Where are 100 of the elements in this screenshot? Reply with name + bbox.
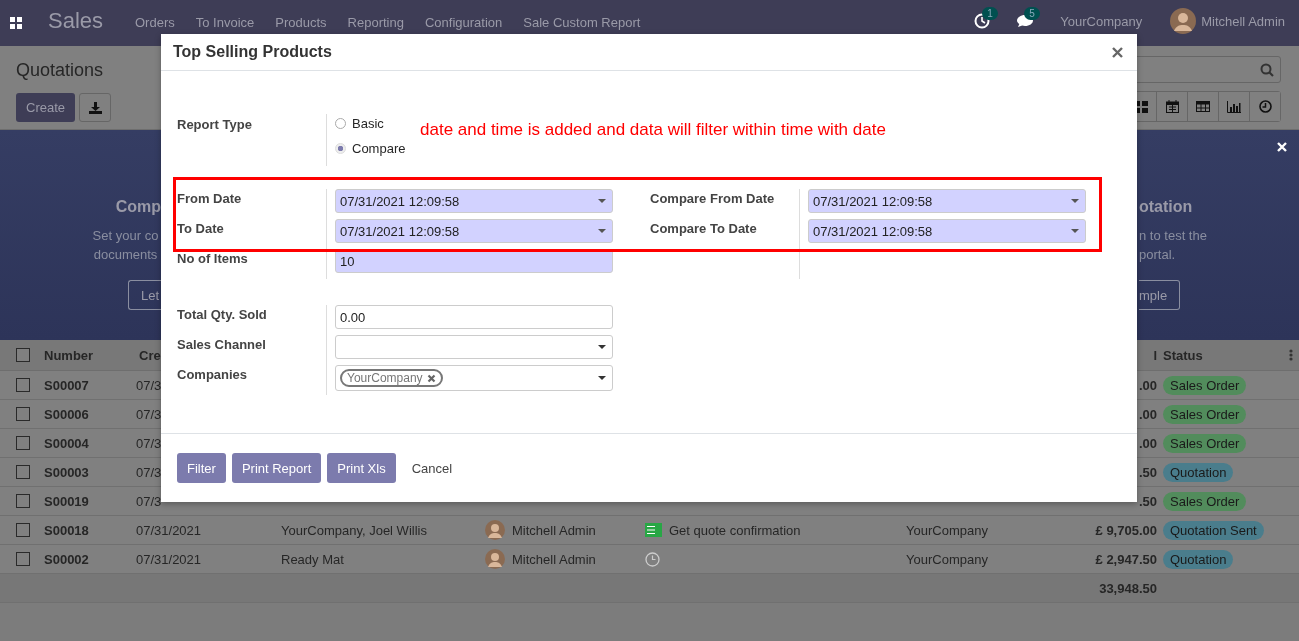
status-badge: Quotation [1163,462,1234,482]
close-icon[interactable] [1112,46,1123,58]
order-number: S00006 [44,406,89,422]
table-cell: Mitchell Admin [512,522,596,538]
field-label: Report Type [177,117,253,132]
company-tag: YourCompany [340,369,443,387]
radio-label[interactable]: Basic [352,115,384,131]
date-field[interactable]: 07/31/2021 12:09:58 [335,189,613,213]
table-cell: YourCompany [906,551,988,567]
field-label: From Date [177,190,243,208]
dialog-title: Top Selling Products [173,43,332,61]
avatar-icon [485,520,505,540]
options-icon[interactable] [1289,349,1293,361]
field-label: Companies [177,366,249,384]
banner-text: n to test the [1139,228,1207,243]
field-label: Compare To Date [650,220,758,238]
order-number: S00007 [44,377,89,393]
column-header[interactable]: Cre [139,347,161,363]
row-checkbox[interactable] [16,378,30,392]
row-checkbox[interactable] [16,523,30,537]
banner-text: portal. [1139,247,1176,262]
amount: .00 [1138,435,1157,451]
create-button[interactable]: Create [16,93,76,122]
status-badge: Sales Order [1163,375,1247,395]
banner-heading: Comp [115,198,161,216]
menu-item[interactable]: Reporting [347,15,404,30]
cancel-link[interactable]: Cancel [401,460,463,476]
table-cell: 07/3 [136,406,162,422]
menu-item[interactable]: To Invoice [195,15,255,30]
amount: £ 9,705.00 [1095,522,1157,538]
download-button[interactable] [79,93,112,122]
activity-view-button[interactable] [1249,92,1280,121]
field-label: Compare From Date [650,190,776,208]
clock-icon [1258,100,1272,113]
amount: .50 [1138,464,1157,480]
row-checkbox[interactable] [16,407,30,421]
banner-button[interactable]: mple [1139,280,1181,310]
field-label: Total Qty. Sold [177,306,268,324]
order-number: S00018 [44,522,89,538]
field-label: To Date [177,220,225,238]
status-badge: Quotation [1163,549,1234,569]
table-cell: 07/31/2021 [136,551,202,567]
app-name: Sales [48,8,105,34]
order-number: S00002 [44,551,89,567]
amount: £ 2,947.50 [1095,551,1157,567]
banner-text: documents [93,247,158,262]
order-number: S00003 [44,464,89,480]
status-badge: Sales Order [1163,491,1247,511]
activity-summary[interactable]: Get quote confirmation [669,522,801,538]
date-field[interactable]: 07/31/2021 12:09:58 [808,189,1086,213]
order-number: S00004 [44,435,89,451]
row-checkbox[interactable] [16,436,30,450]
table-cell: 07/31/2021 [136,522,202,538]
bar-chart-icon [1227,100,1241,113]
apps-menu-icon[interactable] [10,17,22,29]
company-switcher[interactable]: YourCompany [1060,13,1143,29]
status-badge: Sales Order [1163,404,1247,424]
amount: .00 [1138,406,1157,422]
row-checkbox[interactable] [16,494,30,508]
menu-item[interactable]: Configuration [424,15,503,30]
search-icon[interactable] [1260,62,1274,77]
select-field[interactable] [335,335,613,359]
table-cell: 07/3 [136,435,162,451]
row-checkbox[interactable] [16,465,30,479]
table-cell: Mitchell Admin [512,551,596,567]
remove-icon[interactable] [426,373,436,383]
user-menu[interactable]: Mitchell Admin [1201,13,1285,29]
column-header[interactable]: l [1153,347,1157,363]
column-header[interactable]: Status [1163,347,1203,363]
dialog-button[interactable]: Print Report [231,453,322,483]
date-field[interactable]: 07/31/2021 12:09:58 [808,219,1086,243]
menu-item[interactable]: Sale Custom Report [523,15,641,30]
dialog-button[interactable]: Print Xls [327,453,396,483]
banner-text: Set your co [92,228,159,243]
radio-label[interactable]: Compare [352,140,406,156]
menu-item[interactable]: Products [275,15,327,30]
banner-heading: otation [1139,198,1193,216]
menu-item[interactable]: Orders [135,15,175,30]
dialog-button[interactable]: Filter [177,453,226,483]
order-number: S00019 [44,493,89,509]
tags-field[interactable]: YourCompany [335,365,613,391]
calendar-icon [1165,100,1179,113]
table-cell: 07/3 [136,464,162,480]
activity-icon[interactable] [645,523,662,537]
caret-icon[interactable] [598,376,606,380]
avatar-icon [1170,8,1197,34]
table-cell: Ready Mat [281,551,344,567]
input-field[interactable]: 0.00 [335,305,613,329]
select-all-checkbox[interactable] [16,348,30,362]
download-icon [88,101,102,114]
caret-icon[interactable] [598,345,606,349]
activity-count: 1 [982,7,998,20]
table-cell: 07/3 [136,377,162,393]
amount: .50 [1138,493,1157,509]
page-title: Quotations [16,60,105,81]
status-badge: Quotation Sent [1163,520,1264,540]
date-field[interactable]: 07/31/2021 12:09:58 [335,219,613,243]
row-checkbox[interactable] [16,552,30,566]
avatar-icon [485,549,505,569]
amount: .00 [1138,377,1157,393]
